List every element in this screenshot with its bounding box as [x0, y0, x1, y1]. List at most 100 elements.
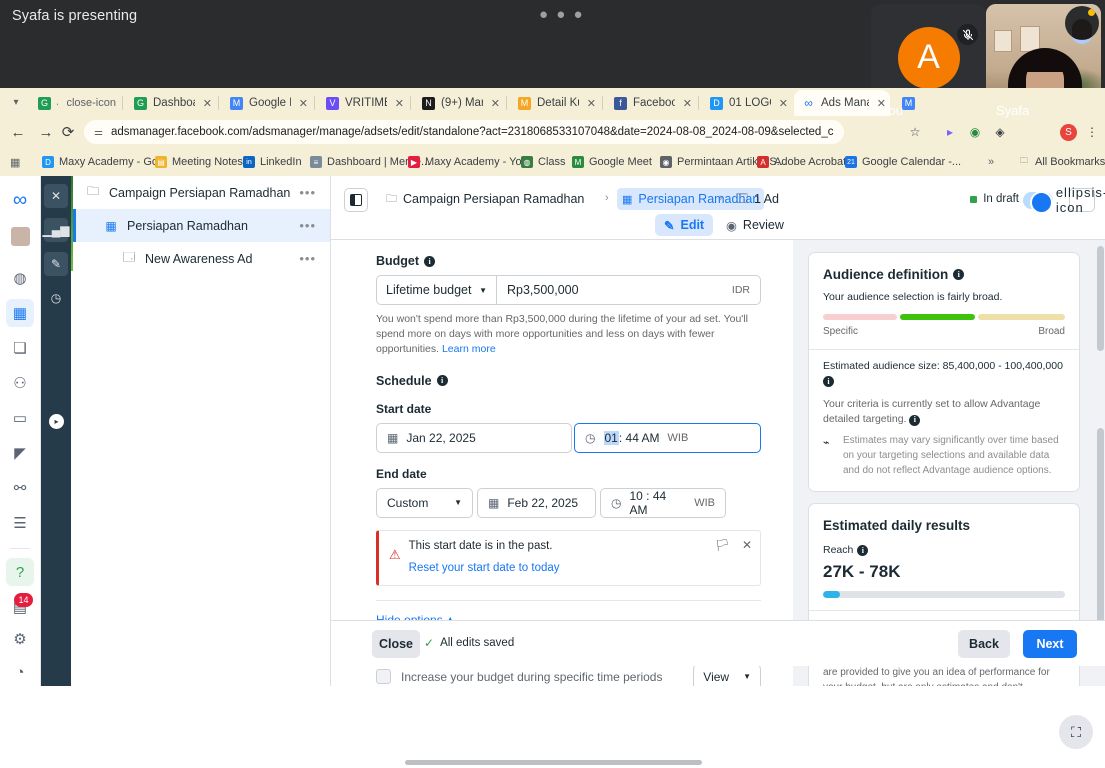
arrow-left-icon[interactable]: ←	[8, 122, 28, 142]
editor-scrollbar-thumb-2[interactable]	[1097, 428, 1104, 628]
shield-icon[interactable]: ◈	[990, 122, 1010, 142]
bookmark-item[interactable]: A Adobe Acrobat	[757, 152, 846, 172]
meet-camera-icon[interactable]: ◉	[965, 122, 985, 142]
more-options-button[interactable]: ellipsis-icon	[1056, 185, 1105, 215]
tune-icon[interactable]: ⚌	[94, 127, 103, 138]
bookmark-flag-icon[interactable]: 🏳	[715, 538, 730, 552]
profile-avatar[interactable]: S	[1060, 124, 1077, 141]
budget-amount-input[interactable]: Rp3,500,000	[497, 283, 732, 297]
extension-puzzle-icon[interactable]: ▸	[940, 122, 960, 142]
tab-review[interactable]: ◉ Review	[717, 214, 793, 236]
panel-toggle-icon[interactable]	[344, 188, 368, 212]
start-time-input[interactable]: ◷ 01: 44 AM WIB	[574, 422, 761, 453]
info-icon[interactable]: i	[857, 544, 869, 556]
browser-tab-active[interactable]: ∞ Ads Mana ✕	[794, 90, 890, 116]
tree-item-campaign[interactable]: 🗀 Campaign Persiapan Ramadhan •••	[73, 176, 330, 209]
tree-item-ad[interactable]: 🗔 New Awareness Ad •••	[73, 242, 330, 275]
kebab-menu-icon[interactable]: ⋮	[1082, 122, 1102, 142]
analytics-bars-icon[interactable]: ▁▄▆	[43, 218, 69, 242]
bookmark-star-icon[interactable]: ☆	[905, 122, 925, 142]
adset-active-toggle[interactable]	[1023, 191, 1053, 214]
browser-tab[interactable]: M Google M ✕	[222, 90, 312, 116]
tree-item-more-icon[interactable]: •••	[299, 185, 316, 200]
learn-more-link[interactable]: Learn more	[442, 343, 496, 355]
bookmarks-overflow[interactable]: »	[988, 152, 994, 172]
horizontal-scrollbar[interactable]	[405, 760, 702, 765]
events-manager-icon[interactable]: ⚯	[6, 474, 34, 502]
start-date-input[interactable]: ▦ Jan 22, 2025	[376, 422, 573, 453]
budget-type-select[interactable]: Lifetime budget ▼	[377, 276, 497, 304]
close-button[interactable]: Close	[372, 630, 420, 658]
apps-grid-icon[interactable]: ▦	[10, 152, 20, 172]
close-icon[interactable]: ✕	[742, 538, 752, 552]
reload-icon[interactable]: ⟳	[58, 122, 78, 142]
chevron-right-icon[interactable]: ▸	[49, 414, 64, 429]
close-icon[interactable]: ✕	[587, 97, 596, 110]
breadcrumb-campaign[interactable]: 🗀 Campaign Persiapan Ramadhan	[381, 188, 589, 210]
close-icon[interactable]: close-icon	[66, 97, 116, 109]
bookmark-item[interactable]: in LinkedIn	[243, 152, 302, 172]
close-icon[interactable]: ✕	[779, 97, 788, 110]
help-question-icon[interactable]: ?	[6, 558, 34, 586]
self-view-bubble[interactable]	[1065, 6, 1099, 40]
end-date-input[interactable]: ▦ Feb 22, 2025	[477, 487, 596, 518]
performance-gauge-icon[interactable]: ◍	[6, 264, 34, 292]
arrow-right-icon[interactable]: →	[36, 122, 56, 142]
browser-tab[interactable]: M Detail Kun ✕	[510, 90, 600, 116]
tree-item-more-icon[interactable]: •••	[299, 218, 316, 233]
browser-tab[interactable]: D 01 LOGO ✕	[702, 90, 792, 116]
close-icon[interactable]: ✕	[683, 97, 692, 110]
next-button[interactable]: Next	[1023, 630, 1077, 658]
breadcrumb-ad[interactable]: 🗔 1 Ad	[731, 188, 784, 210]
announcement-megaphone-icon[interactable]: ◤	[6, 439, 34, 467]
bookmark-item[interactable]: ▤ Meeting Notes	[155, 152, 243, 172]
close-icon[interactable]: ✕	[299, 97, 308, 110]
start-hour-value[interactable]: 01	[603, 430, 619, 445]
browser-tab[interactable]: N (9+) Mark ✕	[414, 90, 504, 116]
close-icon[interactable]: ✕	[203, 97, 212, 110]
browser-tab[interactable]: V VRITIMES ✕	[318, 90, 408, 116]
end-mode-select[interactable]: Custom ▼	[376, 487, 473, 518]
end-time-input[interactable]: ◷ 10 : 44 AM WIB	[600, 487, 726, 518]
bookmark-item[interactable]: ▶ Maxy Academy - Yo...	[408, 152, 531, 172]
audiences-icon[interactable]: ⚇	[6, 369, 34, 397]
browser-tab[interactable]: G Jasa View close-icon	[30, 90, 120, 116]
browser-tab[interactable]: f Facebook ✕	[606, 90, 696, 116]
presentation-menu-dots[interactable]: ● ● ●	[539, 6, 585, 23]
library-icon[interactable]: ❏	[6, 334, 34, 362]
all-bookmarks-button[interactable]: 🗀 All Bookmarks	[1018, 152, 1105, 172]
notifications-bell-icon[interactable]: ◔	[6, 658, 34, 686]
history-clock-icon[interactable]: ◷	[44, 286, 68, 310]
tree-item-more-icon[interactable]: •••	[299, 251, 316, 266]
billing-card-icon[interactable]: ▭	[6, 404, 34, 432]
expand-arrows-icon[interactable]: ⛶	[1059, 715, 1093, 749]
info-icon[interactable]: i	[436, 375, 448, 387]
close-icon[interactable]: ✕	[395, 97, 404, 110]
info-icon[interactable]: i	[424, 255, 436, 267]
info-icon[interactable]: i	[953, 269, 965, 280]
browser-tab[interactable]: G Dashboard ✕	[126, 90, 216, 116]
info-icon[interactable]: i	[909, 414, 921, 426]
chevron-down-icon[interactable]: ▾	[8, 94, 24, 110]
bookmark-item[interactable]: D Maxy Academy - Go...	[42, 152, 167, 172]
budget-field-row[interactable]: Lifetime budget ▼ Rp3,500,000 IDR	[376, 275, 761, 305]
address-bar[interactable]: ⚌ adsmanager.facebook.com/adsmanager/man…	[84, 120, 844, 144]
reset-start-date-link[interactable]: Reset your start date to today	[409, 562, 560, 574]
all-tools-menu-icon[interactable]: ☰	[6, 509, 34, 537]
close-icon[interactable]: ✕	[491, 97, 500, 110]
meta-logo-icon[interactable]: ∞	[6, 186, 34, 214]
bookmark-item[interactable]: ◍ Class	[521, 152, 566, 172]
mic-off-icon[interactable]	[957, 24, 978, 45]
campaigns-table-icon[interactable]: ▦	[6, 299, 34, 327]
bookmark-item[interactable]: 21 Google Calendar -...	[845, 152, 961, 172]
bookmark-item[interactable]: M Google Meet	[572, 152, 652, 172]
edit-pencil-icon[interactable]: ✎	[44, 252, 68, 276]
settings-gear-icon[interactable]: ⚙	[6, 625, 34, 653]
info-icon[interactable]: i	[823, 376, 834, 387]
editor-scrollbar-thumb[interactable]	[1097, 246, 1104, 351]
back-button[interactable]: Back	[958, 630, 1010, 658]
budget-scheduling-checkbox[interactable]	[376, 669, 391, 685]
tab-edit[interactable]: ✎ Edit	[655, 214, 714, 236]
close-icon[interactable]: ✕	[44, 184, 68, 208]
tree-item-adset[interactable]: ▦ Persiapan Ramadhan •••	[73, 209, 330, 242]
